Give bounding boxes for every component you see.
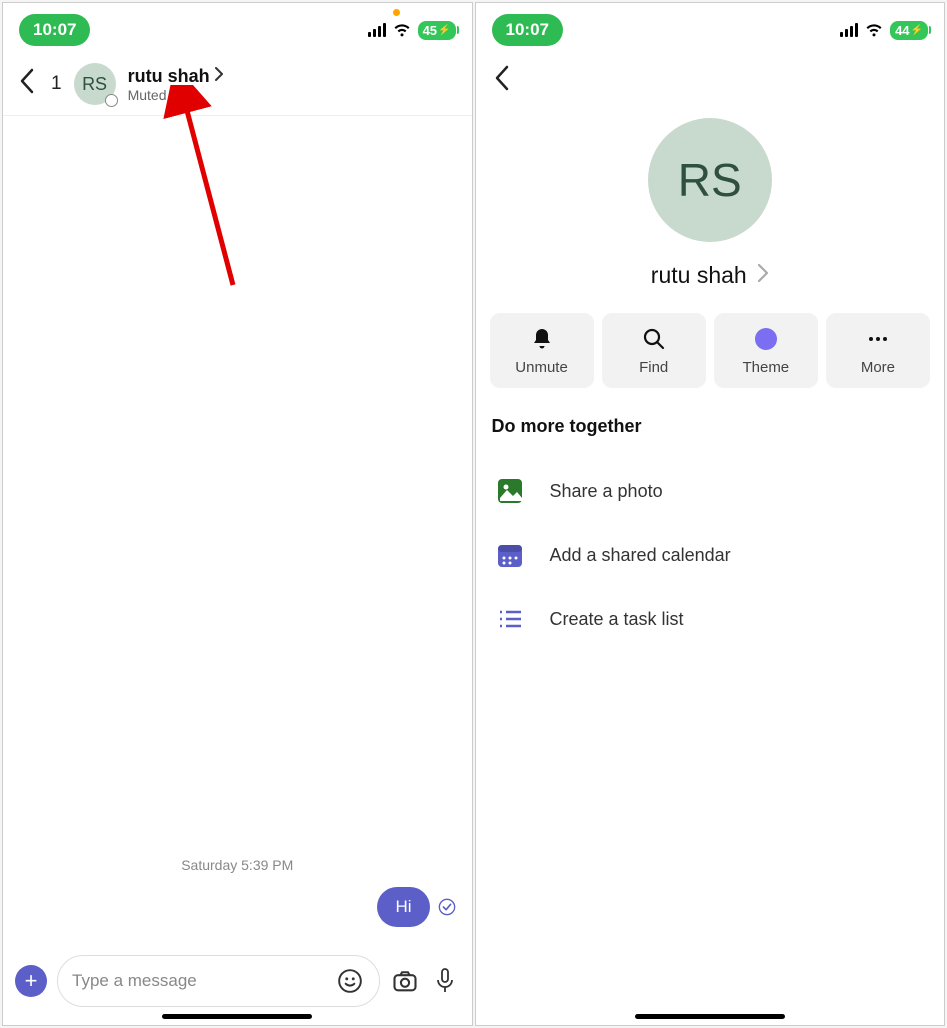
status-time: 10:07 (492, 14, 563, 46)
list-item-label: Share a photo (550, 481, 663, 502)
photo-icon (496, 477, 524, 505)
status-time: 10:07 (19, 14, 90, 46)
contact-name: rutu shah (128, 66, 210, 87)
status-icons: 45⚡ (368, 18, 456, 43)
more-horizontal-icon (866, 327, 890, 351)
wifi-icon (392, 18, 412, 43)
contact-avatar[interactable]: RS (74, 63, 116, 105)
message-input-container[interactable] (57, 955, 380, 1007)
presence-indicator (105, 94, 118, 107)
share-photo-item[interactable]: Share a photo (490, 459, 931, 523)
battery-indicator: 44⚡ (890, 21, 928, 40)
message-timestamp: Saturday 5:39 PM (19, 857, 456, 873)
message-input[interactable] (72, 971, 325, 991)
contact-subtitle: Muted (128, 87, 224, 103)
battery-level: 45 (423, 23, 437, 38)
back-button[interactable] (15, 68, 39, 101)
unread-count: 1 (51, 73, 62, 95)
calendar-icon (496, 541, 524, 569)
avatar-initials: RS (678, 153, 742, 207)
message-status-icon (438, 898, 456, 916)
contact-detail-screen: 10:07 44⚡ RS rutu shah (475, 2, 946, 1026)
bell-icon (531, 327, 553, 351)
avatar-initials: RS (82, 74, 107, 95)
back-button[interactable] (490, 65, 514, 98)
list-item-label: Create a task list (550, 609, 684, 630)
chevron-right-icon (214, 67, 224, 86)
battery-indicator: 45⚡ (418, 21, 456, 40)
create-tasklist-item[interactable]: Create a task list (490, 587, 931, 651)
task-list-icon (496, 605, 524, 633)
status-icons: 44⚡ (840, 18, 928, 43)
theme-button[interactable]: Theme (714, 313, 818, 388)
chat-screen: 10:07 45⚡ 1 RS rutu shah (2, 2, 473, 1026)
action-label: Unmute (515, 359, 568, 376)
cellular-signal-icon (840, 23, 858, 37)
more-button[interactable]: More (826, 313, 930, 388)
contact-name-row: rutu shah (128, 66, 224, 87)
message-row: Hi (19, 887, 456, 927)
microphone-button[interactable] (430, 966, 460, 996)
wifi-icon (864, 18, 884, 43)
add-attachment-button[interactable]: + (15, 965, 47, 997)
chat-body[interactable]: Saturday 5:39 PM Hi (3, 116, 472, 947)
camera-button[interactable] (390, 966, 420, 996)
unmute-button[interactable]: Unmute (490, 313, 594, 388)
status-bar: 10:07 45⚡ (3, 3, 472, 57)
contact-avatar-large[interactable]: RS (648, 118, 772, 242)
status-bar: 10:07 44⚡ (476, 3, 945, 57)
home-indicator[interactable] (635, 1014, 785, 1019)
home-indicator[interactable] (162, 1014, 312, 1019)
theme-color-icon (755, 327, 777, 351)
search-icon (642, 327, 666, 351)
recording-indicator-dot (393, 9, 400, 16)
contact-name: rutu shah (651, 262, 747, 289)
detail-body: RS rutu shah Unmute (476, 106, 945, 651)
action-label: More (861, 359, 895, 376)
action-label: Theme (742, 359, 789, 376)
emoji-button[interactable] (335, 966, 365, 996)
detail-header (476, 57, 945, 106)
action-buttons-row: Unmute Find Theme More (490, 313, 931, 388)
section-heading: Do more together (490, 416, 642, 437)
chevron-right-icon (757, 264, 769, 288)
sent-message-bubble[interactable]: Hi (377, 887, 429, 927)
find-button[interactable]: Find (602, 313, 706, 388)
charging-icon: ⚡ (911, 25, 923, 36)
list-item-label: Add a shared calendar (550, 545, 731, 566)
contact-name-row[interactable]: rutu shah (651, 262, 769, 289)
battery-level: 44 (895, 23, 909, 38)
add-calendar-item[interactable]: Add a shared calendar (490, 523, 931, 587)
chat-header: 1 RS rutu shah Muted (3, 57, 472, 116)
action-label: Find (639, 359, 668, 376)
cellular-signal-icon (368, 23, 386, 37)
charging-icon: ⚡ (438, 25, 450, 36)
contact-header-text[interactable]: rutu shah Muted (128, 66, 224, 103)
